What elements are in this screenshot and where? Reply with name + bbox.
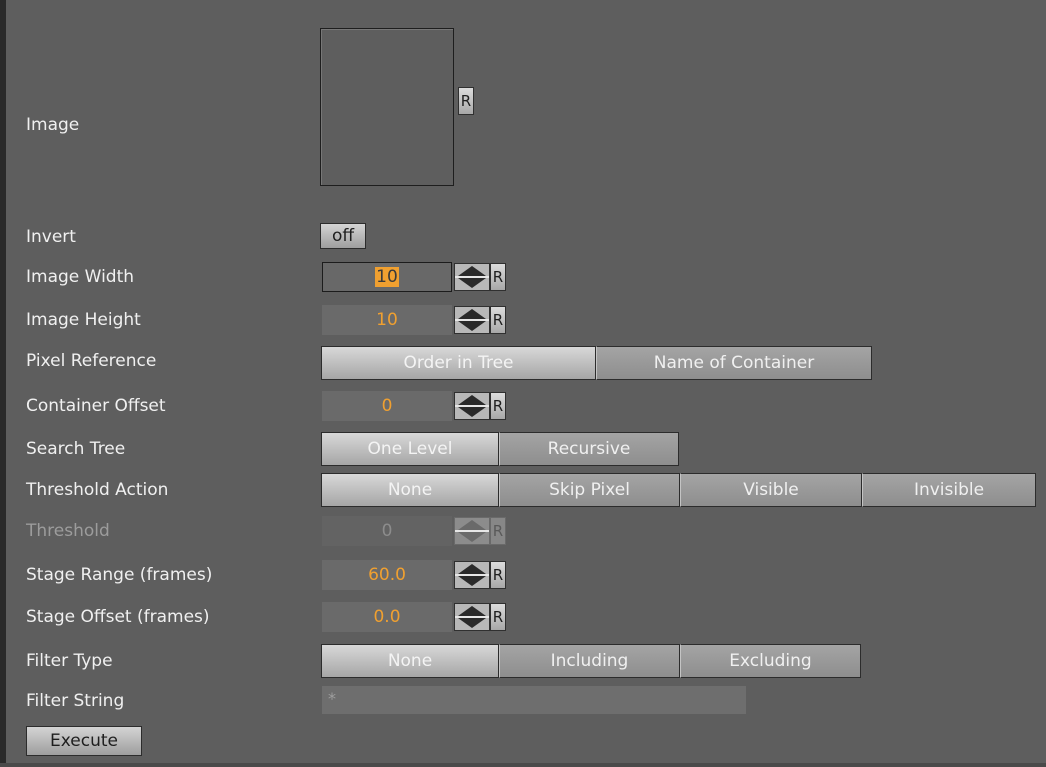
stepper-down-icon[interactable] bbox=[458, 321, 486, 331]
image-label: Image bbox=[26, 115, 80, 135]
stepper-up-icon[interactable] bbox=[458, 266, 486, 276]
threshold-action-invisible[interactable]: Invisible bbox=[862, 473, 1036, 507]
stepper-up-icon[interactable] bbox=[458, 564, 486, 574]
threshold-action-visible[interactable]: Visible bbox=[680, 473, 862, 507]
filter-type-none[interactable]: None bbox=[321, 644, 499, 678]
stage-range-stepper[interactable] bbox=[454, 561, 490, 589]
image-width-label: Image Width bbox=[26, 267, 135, 287]
filter-type-excluding[interactable]: Excluding bbox=[680, 644, 861, 678]
threshold-field: 0 bbox=[322, 516, 452, 546]
stage-range-field[interactable]: 60.0 bbox=[322, 560, 452, 590]
stepper-up-icon bbox=[458, 520, 486, 530]
stage-offset-reset-button[interactable]: R bbox=[490, 603, 506, 631]
panel-border bbox=[0, 0, 6, 767]
threshold-label: Threshold bbox=[26, 521, 110, 541]
filter-string-input[interactable]: * bbox=[322, 686, 746, 714]
stepper-down-icon[interactable] bbox=[458, 407, 486, 417]
threshold-reset-button: R bbox=[490, 517, 506, 545]
pixel-reference-order-in-tree[interactable]: Order in Tree bbox=[321, 346, 596, 380]
threshold-stepper bbox=[454, 517, 490, 545]
panel-bottom-border bbox=[0, 763, 1046, 767]
filter-string-label: Filter String bbox=[26, 691, 125, 711]
threshold-action-label: Threshold Action bbox=[26, 480, 169, 500]
pixel-reference-name-of-container[interactable]: Name of Container bbox=[596, 346, 872, 380]
stepper-up-icon[interactable] bbox=[458, 309, 486, 319]
stage-offset-label: Stage Offset (frames) bbox=[26, 607, 210, 627]
image-height-stepper[interactable] bbox=[454, 306, 490, 334]
invert-toggle[interactable]: off bbox=[320, 223, 366, 249]
threshold-action-skip-pixel[interactable]: Skip Pixel bbox=[499, 473, 680, 507]
stepper-up-icon[interactable] bbox=[458, 395, 486, 405]
stepper-down-icon[interactable] bbox=[458, 618, 486, 628]
stepper-down-icon[interactable] bbox=[458, 576, 486, 586]
threshold-action-none[interactable]: None bbox=[321, 473, 499, 507]
execute-button[interactable]: Execute bbox=[26, 726, 142, 756]
stage-offset-field[interactable]: 0.0 bbox=[322, 602, 452, 632]
image-width-stepper[interactable] bbox=[454, 263, 490, 291]
container-offset-stepper[interactable] bbox=[454, 392, 490, 420]
pixel-reference-label: Pixel Reference bbox=[26, 351, 157, 371]
image-width-reset-button[interactable]: R bbox=[490, 263, 506, 291]
image-reset-button[interactable]: R bbox=[458, 87, 474, 115]
search-tree-one-level[interactable]: One Level bbox=[321, 432, 499, 466]
image-drop-target[interactable] bbox=[320, 28, 454, 186]
stage-offset-stepper[interactable] bbox=[454, 603, 490, 631]
image-width-field[interactable]: 10 bbox=[322, 262, 452, 292]
filter-type-label: Filter Type bbox=[26, 651, 113, 671]
image-height-field[interactable]: 10 bbox=[322, 305, 452, 335]
stepper-down-icon bbox=[458, 532, 486, 542]
stepper-up-icon[interactable] bbox=[458, 606, 486, 616]
image-height-reset-button[interactable]: R bbox=[490, 306, 506, 334]
search-tree-label: Search Tree bbox=[26, 439, 126, 459]
filter-type-including[interactable]: Including bbox=[499, 644, 680, 678]
container-offset-field[interactable]: 0 bbox=[322, 391, 452, 421]
stage-range-label: Stage Range (frames) bbox=[26, 565, 213, 585]
search-tree-recursive[interactable]: Recursive bbox=[499, 432, 679, 466]
invert-label: Invert bbox=[26, 227, 76, 247]
container-offset-reset-button[interactable]: R bbox=[490, 392, 506, 420]
stage-range-reset-button[interactable]: R bbox=[490, 561, 506, 589]
container-offset-label: Container Offset bbox=[26, 396, 166, 416]
image-width-value: 10 bbox=[375, 267, 399, 287]
image-height-label: Image Height bbox=[26, 310, 141, 330]
stepper-down-icon[interactable] bbox=[458, 278, 486, 288]
